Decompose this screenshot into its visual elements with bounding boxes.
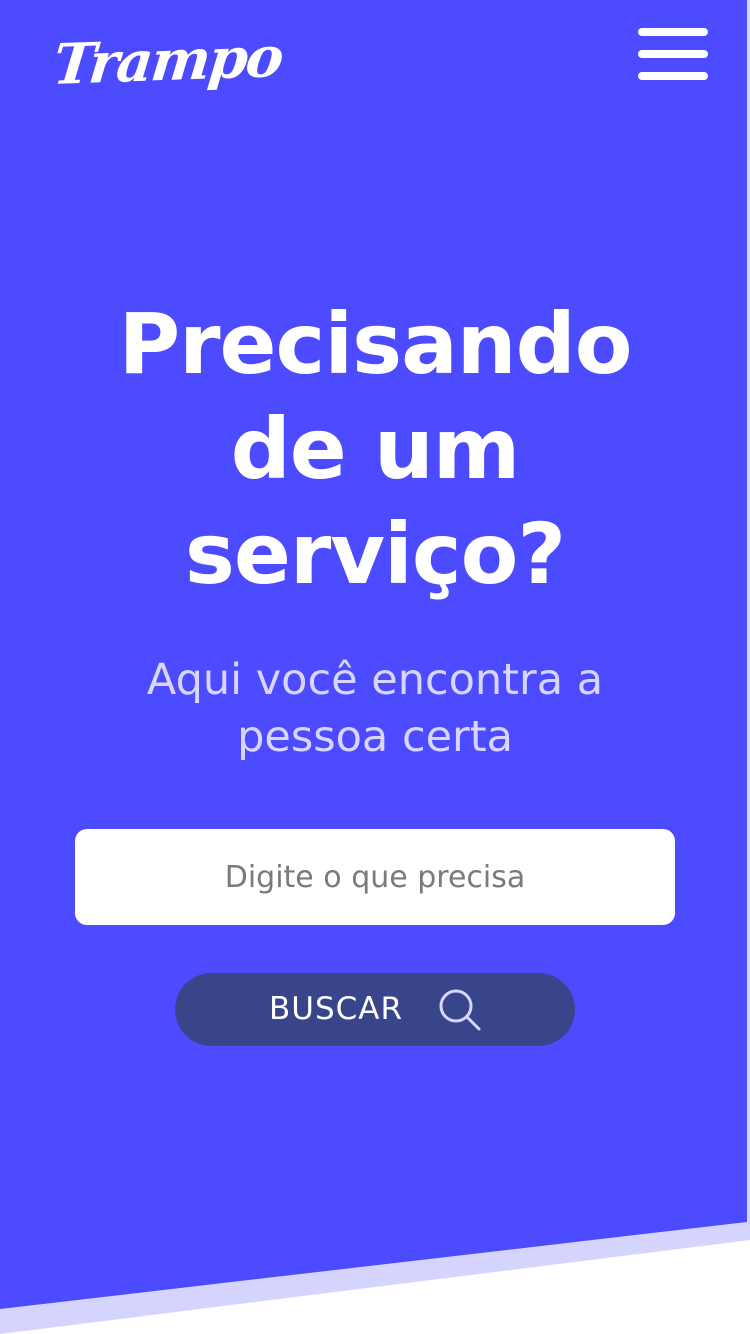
hero-headline-line: Precisando — [118, 295, 633, 393]
hamburger-menu-icon[interactable] — [636, 26, 710, 84]
search-icon — [439, 989, 481, 1031]
trampo-logo[interactable]: Trampo — [50, 22, 286, 100]
menu-bar-bottom — [638, 72, 708, 80]
hero-headline-line: de um — [230, 400, 521, 498]
menu-bar-top — [638, 28, 708, 36]
hero-subtitle: Aqui você encontra a pessoa certa — [0, 652, 750, 766]
hero-headline-line: serviço? — [184, 505, 566, 603]
search-input[interactable] — [75, 829, 675, 925]
search-button[interactable]: BUSCAR — [175, 973, 575, 1046]
menu-bar-middle — [638, 50, 708, 58]
search-button-label: BUSCAR — [269, 991, 404, 1027]
hero-headline: Precisando de um serviço? — [0, 292, 750, 607]
hero-subtitle-line: pessoa certa — [237, 712, 513, 762]
hero-subtitle-line: Aqui você encontra a — [146, 655, 604, 705]
